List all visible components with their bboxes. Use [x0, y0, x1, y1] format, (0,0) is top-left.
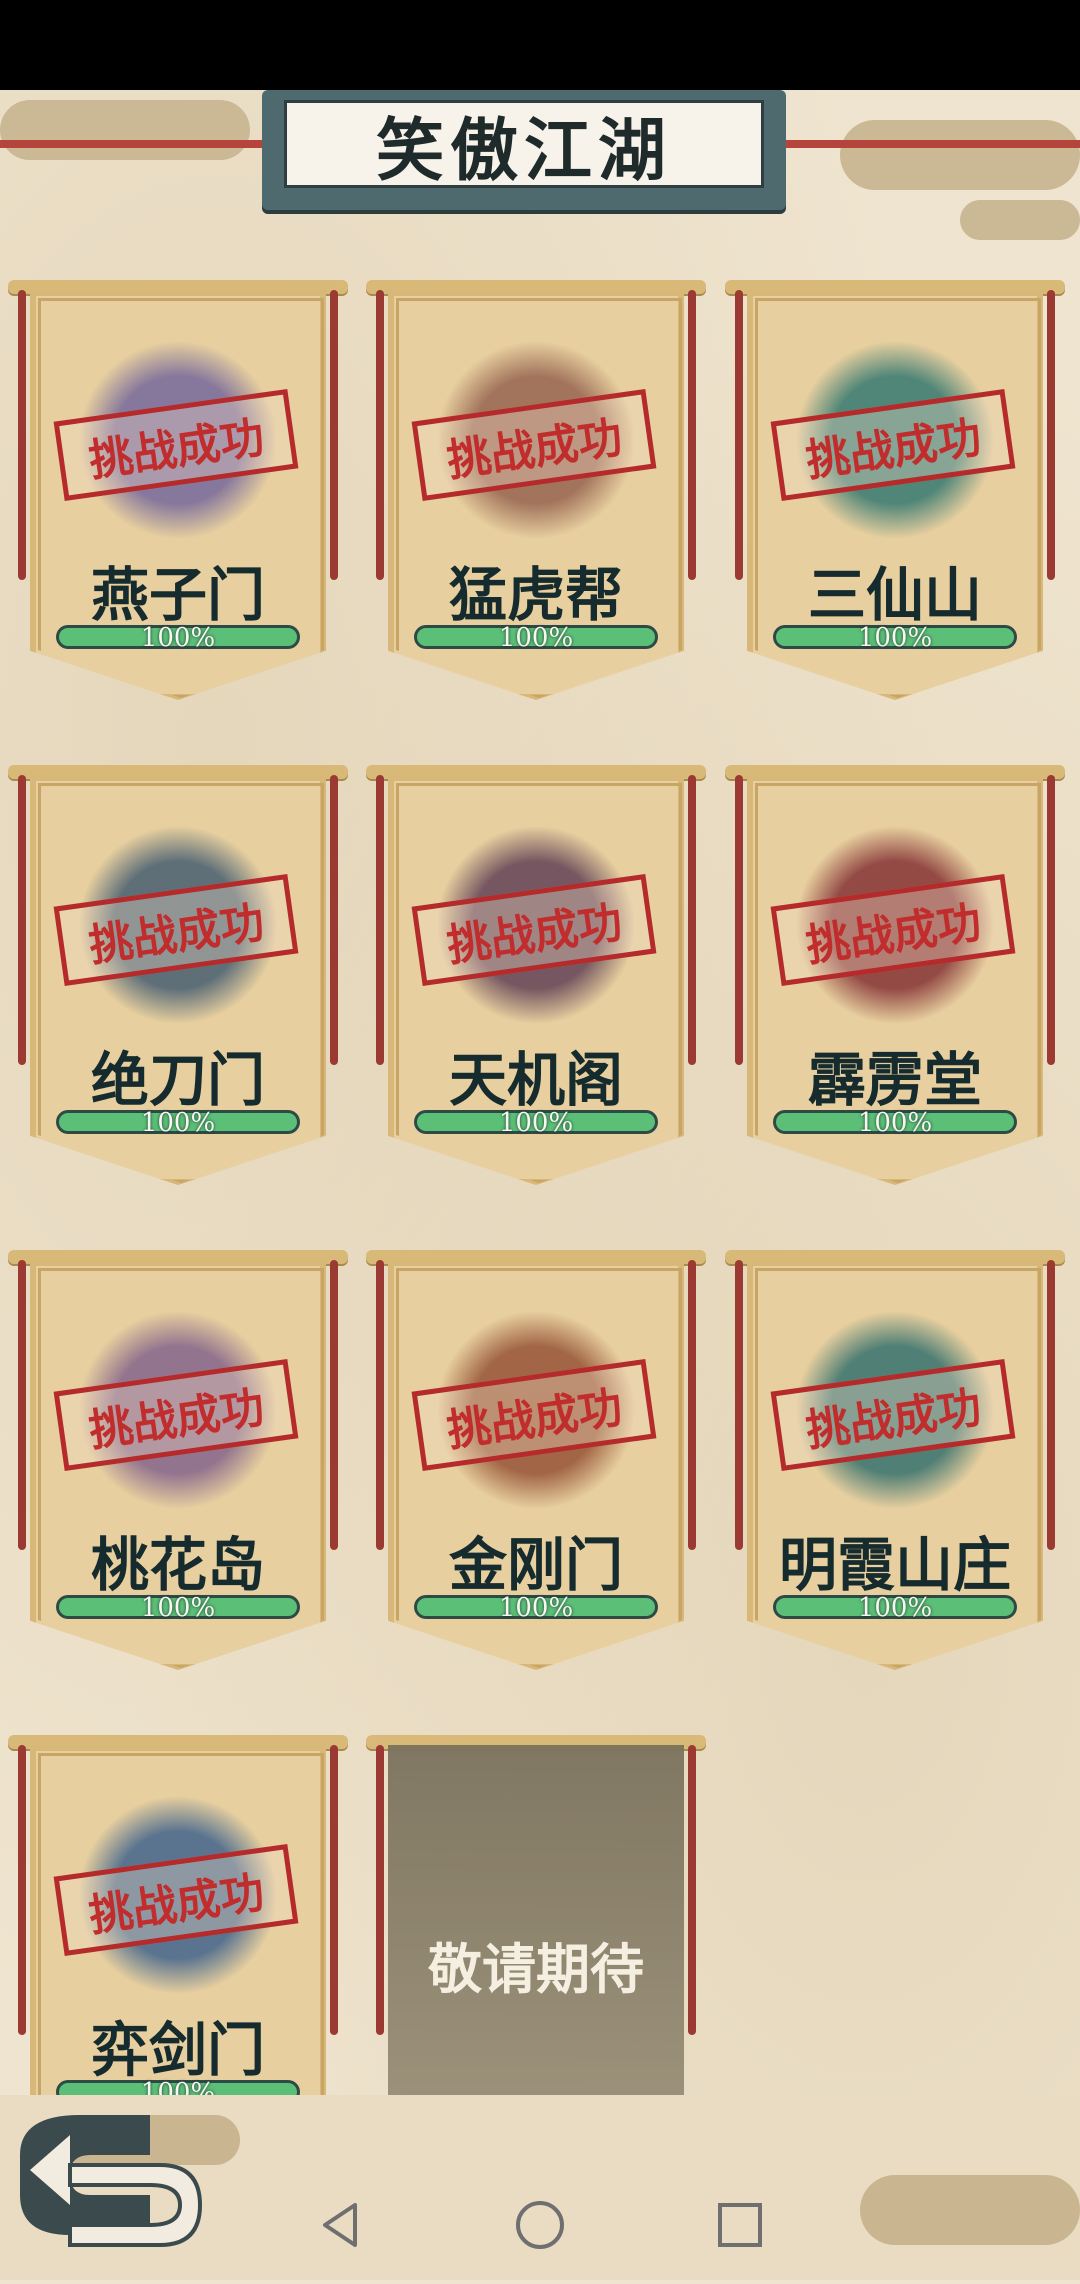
system-nav-bar: [0, 2170, 1080, 2280]
nav-recents-icon[interactable]: [710, 2195, 770, 2255]
coming-soon-label: 敬请期待: [428, 1938, 644, 2001]
rope-decoration: [0, 140, 270, 148]
sect-name: 三仙山: [807, 561, 982, 629]
sect-banner[interactable]: 挑战成功 天机阁 100%: [366, 765, 706, 1225]
sect-banner[interactable]: 挑战成功 金刚门 100%: [366, 1250, 706, 1710]
progress-percent: 100%: [140, 1593, 216, 1623]
sect-banner[interactable]: 挑战成功 三仙山 100%: [725, 280, 1065, 740]
nav-home-icon[interactable]: [510, 2195, 570, 2255]
sect-name: 金刚门: [448, 1531, 623, 1599]
page-title: 笑傲江湖: [375, 111, 672, 191]
tassel: [735, 290, 743, 580]
sect-banner[interactable]: 挑战成功 霹雳堂 100%: [725, 765, 1065, 1225]
progress-percent: 100%: [498, 623, 574, 653]
tassel: [735, 1260, 743, 1550]
rope-decoration: [780, 140, 1080, 148]
tassel: [376, 1260, 384, 1550]
progress-percent: 100%: [498, 1593, 574, 1623]
nav-back-icon[interactable]: [310, 2195, 370, 2255]
sect-banner[interactable]: 挑战成功 明霞山庄 100%: [725, 1250, 1065, 1710]
progress-percent: 100%: [857, 1593, 933, 1623]
tassel: [330, 290, 338, 580]
tassel: [330, 1745, 338, 2035]
sect-name: 绝刀门: [90, 1046, 265, 1114]
tassel: [376, 290, 384, 580]
sect-banner[interactable]: 挑战成功 燕子门 100%: [8, 280, 348, 740]
tassel: [330, 1260, 338, 1550]
sect-name: 弈剑门: [90, 2016, 265, 2084]
tassel: [1047, 775, 1055, 1065]
tassel: [18, 1745, 26, 2035]
progress-percent: 100%: [857, 1108, 933, 1138]
tassel: [18, 775, 26, 1065]
cloud-decoration: [840, 120, 1080, 190]
tassel: [376, 775, 384, 1065]
progress-percent: 100%: [140, 623, 216, 653]
tassel: [688, 775, 696, 1065]
tassel: [330, 775, 338, 1065]
tassel: [688, 1260, 696, 1550]
tassel: [688, 290, 696, 580]
cloud-decoration: [0, 100, 250, 160]
tassel: [1047, 1260, 1055, 1550]
sect-name: 燕子门: [90, 561, 265, 629]
progress-percent: 100%: [140, 1108, 216, 1138]
tassel: [1047, 290, 1055, 580]
tassel: [18, 290, 26, 580]
sect-name: 桃花岛: [90, 1531, 265, 1599]
progress-percent: 100%: [857, 623, 933, 653]
sect-name: 明霞山庄: [778, 1531, 1011, 1599]
sect-banner[interactable]: 挑战成功 桃花岛 100%: [8, 1250, 348, 1710]
sect-banner[interactable]: 挑战成功 绝刀门 100%: [8, 765, 348, 1225]
tassel: [18, 1260, 26, 1550]
cloud-decoration: [960, 200, 1080, 240]
sect-name: 霹雳堂: [807, 1046, 982, 1114]
progress-percent: 100%: [498, 1108, 574, 1138]
sect-name: 天机阁: [448, 1046, 623, 1114]
title-board: 笑傲江湖: [262, 90, 786, 210]
tassel: [735, 775, 743, 1065]
sect-banner[interactable]: 挑战成功 猛虎帮 100%: [366, 280, 706, 740]
status-bar: [0, 0, 1080, 90]
sect-name: 猛虎帮: [448, 561, 623, 629]
